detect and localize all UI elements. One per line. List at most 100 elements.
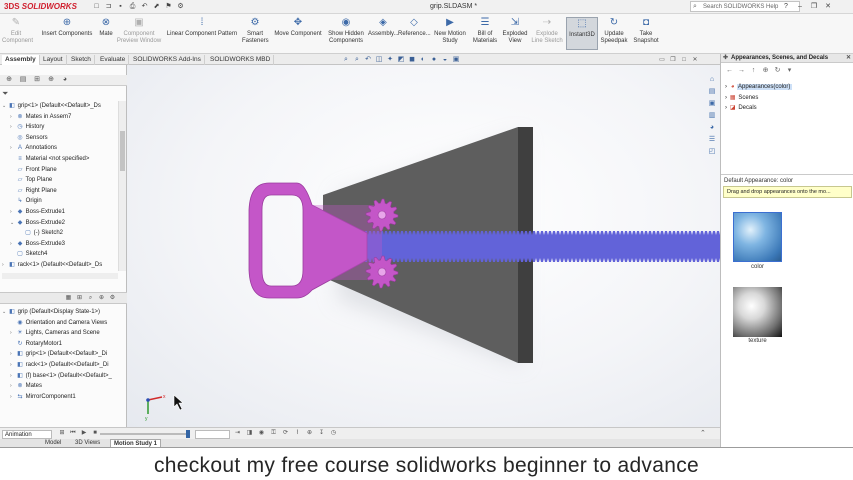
viewport-minimize-icon[interactable]: ▭ (658, 56, 666, 64)
tree-item[interactable]: › ◆ Boss-Extrude3 (0, 239, 118, 250)
undo-icon[interactable]: ↶ (140, 2, 149, 11)
tab-evaluate[interactable]: Evaluate (97, 55, 130, 65)
appearances-icon[interactable]: ◕ (707, 123, 717, 133)
view-settings-icon[interactable]: ▣ (452, 56, 460, 64)
playback-slider-knob[interactable] (186, 430, 190, 438)
view-palette-icon[interactable]: ▥ (707, 111, 717, 121)
design-library-icon[interactable]: ▤ (707, 87, 717, 97)
tree-item[interactable]: › ◧ (f) base<1> (Default<<Default>_ (0, 371, 126, 382)
open-icon[interactable]: ⊐ (104, 2, 113, 11)
tree-item[interactable]: › ⊗ Mates (0, 381, 126, 392)
hide-show-icon[interactable]: ◐ (419, 56, 427, 64)
forum-icon[interactable]: ◰ (707, 147, 717, 157)
configuration-manager-tab-icon[interactable]: ⊞ (31, 75, 43, 85)
save-animation-icon[interactable]: ⇥ (233, 429, 242, 438)
tree-item[interactable]: › ☀ Lights, Cameras and Scene (0, 328, 126, 339)
display-style-icon[interactable]: ◼ (408, 56, 416, 64)
add-folder-icon[interactable]: ⊕ (761, 66, 770, 75)
tab-solidworks-add-ins[interactable]: SOLIDWORKS Add-Ins (130, 55, 205, 65)
home-icon[interactable]: ⌂ (707, 75, 717, 85)
ribbon-button-14[interactable]: ⬚ Instant3D (566, 17, 598, 50)
ribbon-button-8[interactable]: ◈ Assembly... (368, 17, 399, 38)
ribbon-button-11[interactable]: ☰ Bill of Materials (470, 17, 500, 45)
tree-item[interactable]: ◎ Sensors (0, 133, 118, 144)
tree-item[interactable]: ▱ Top Plane (0, 175, 118, 186)
ribbon-button-9[interactable]: ◇ Reference... (398, 17, 431, 38)
tree-item[interactable]: ⌄ ◧ grip (Default<Display State-1>) (0, 307, 126, 318)
appearance-tree-item[interactable]: › ◕ Appearances(color) (725, 82, 793, 93)
save-icon[interactable]: ▪ (116, 2, 125, 11)
stop-icon[interactable]: ■ (91, 429, 99, 438)
filter-results-icon[interactable]: ⊕ (97, 294, 106, 303)
tree-item[interactable]: ⌄ ◆ Boss-Extrude2 (0, 218, 118, 229)
viewport-close-icon[interactable]: ✕ (691, 56, 699, 64)
feature-tree-hscrollbar[interactable] (2, 273, 118, 279)
tree-item[interactable]: › ◆ Boss-Extrude1 (0, 207, 118, 218)
filter-icon[interactable]: ⏷ (2, 89, 8, 99)
filter-animated-icon[interactable]: ▦ (64, 294, 73, 303)
appearance-tree-item[interactable]: › ▦ Scenes (725, 93, 792, 104)
property-manager-tab-icon[interactable]: ▤ (17, 75, 29, 85)
select-icon[interactable]: ⬈ (152, 2, 161, 11)
tree-item[interactable]: ▱ Front Plane (0, 165, 118, 176)
ribbon-button-3[interactable]: ▣ Component Preview Window (116, 17, 162, 45)
tree-item[interactable]: › ◧ rack<1> (Default<<Default>_Di (0, 360, 126, 371)
ribbon-button-7[interactable]: ◉ Show Hidden Components (326, 17, 366, 45)
viewport-maximize-icon[interactable]: □ (680, 56, 688, 64)
tree-item[interactable]: › ⊗ Mates in Assem7 (0, 112, 118, 123)
ribbon-button-4[interactable]: ⁞ Linear Component Pattern (164, 17, 240, 38)
tree-item[interactable]: › ⇆ MirrorComponent1 (0, 392, 126, 403)
file-explorer-icon[interactable]: ▣ (707, 99, 717, 109)
dimxpert-tab-icon[interactable]: ⊕ (45, 75, 57, 85)
dynamic-annotation-icon[interactable]: ✦ (386, 56, 394, 64)
ribbon-button-12[interactable]: ⇲ Exploded View (500, 17, 530, 45)
tab-solidworks-mbd[interactable]: SOLIDWORKS MBD (207, 55, 275, 65)
assembly-model[interactable]: x y (127, 65, 720, 427)
tree-item[interactable]: ◉ Orientation and Camera Views (0, 318, 126, 329)
restore-icon[interactable]: ❐ (808, 1, 820, 12)
task-pane-close-icon[interactable]: ✕ (846, 54, 851, 63)
playback-mode-field[interactable] (195, 430, 230, 439)
motor-icon[interactable]: ⟳ (281, 429, 290, 438)
previous-view-icon[interactable]: ↶ (364, 56, 372, 64)
pin-icon[interactable]: ✚ (723, 54, 728, 63)
new-icon[interactable]: □ (92, 2, 101, 11)
display-manager-tab-icon[interactable]: ◕ (59, 75, 71, 85)
tree-item[interactable]: ▢ (-) Sketch2 (0, 228, 118, 239)
scroll-thumb[interactable] (120, 131, 125, 171)
playback-speed-slider[interactable] (100, 433, 190, 435)
tree-item[interactable]: ↻ RotaryMotor1 (0, 339, 126, 350)
tree-item[interactable]: ↳ Origin (0, 196, 118, 207)
appearance-tree-item[interactable]: › ◪ Decals (725, 103, 792, 114)
tree-item[interactable]: ▢ Sketch4 (0, 249, 118, 260)
viewport-restore-icon[interactable]: ❐ (669, 56, 677, 64)
contact-icon[interactable]: ⊕ (305, 429, 314, 438)
color-swatch[interactable] (733, 212, 782, 262)
ribbon-button-13[interactable]: ⇢ Explode Line Sketch (530, 17, 564, 45)
bottom-tab-model[interactable]: Model (42, 439, 64, 447)
tree-item[interactable]: ⌄ ◧ grip<1> (Default<<Default>_Ds (0, 101, 118, 112)
add-key-icon[interactable]: ⚿ (269, 429, 278, 438)
apply-scene-icon[interactable]: ◒ (441, 56, 449, 64)
animation-wizard-icon[interactable]: ◨ (245, 429, 254, 438)
section-view-icon[interactable]: ◫ (375, 56, 383, 64)
solidworks-logo[interactable]: 3DS SOLIDWORKS (4, 2, 77, 11)
ribbon-button-5[interactable]: ⚙ Smart Fasteners (242, 17, 269, 45)
options-icon[interactable]: ⚙ (176, 2, 185, 11)
timeline-collapse-icon[interactable]: ⌃ (700, 429, 706, 437)
play-from-start-icon[interactable]: ⏮ (69, 429, 77, 438)
ribbon-button-6[interactable]: ✥ Move Component (270, 17, 326, 38)
zoom-fit-icon[interactable]: ⌕ (342, 56, 350, 64)
tree-item[interactable]: ≡ Material <not specified> (0, 154, 118, 165)
calculate-icon[interactable]: ⊞ (58, 429, 66, 438)
spring-icon[interactable]: ⌇ (293, 429, 302, 438)
ribbon-button-2[interactable]: ⊗ Mate (96, 17, 116, 38)
study-type-select[interactable]: Animation (2, 430, 52, 439)
refresh-icon[interactable]: ↻ (773, 66, 782, 75)
tab-layout[interactable]: Layout (40, 55, 67, 65)
autokey-icon[interactable]: ◉ (257, 429, 266, 438)
minimize-icon[interactable]: – (794, 1, 806, 12)
bottom-tab-3d-views[interactable]: 3D Views (72, 439, 103, 447)
tree-item[interactable]: › A Annotations (0, 143, 118, 154)
ribbon-button-15[interactable]: ↻ Update Speedpak (600, 17, 628, 45)
